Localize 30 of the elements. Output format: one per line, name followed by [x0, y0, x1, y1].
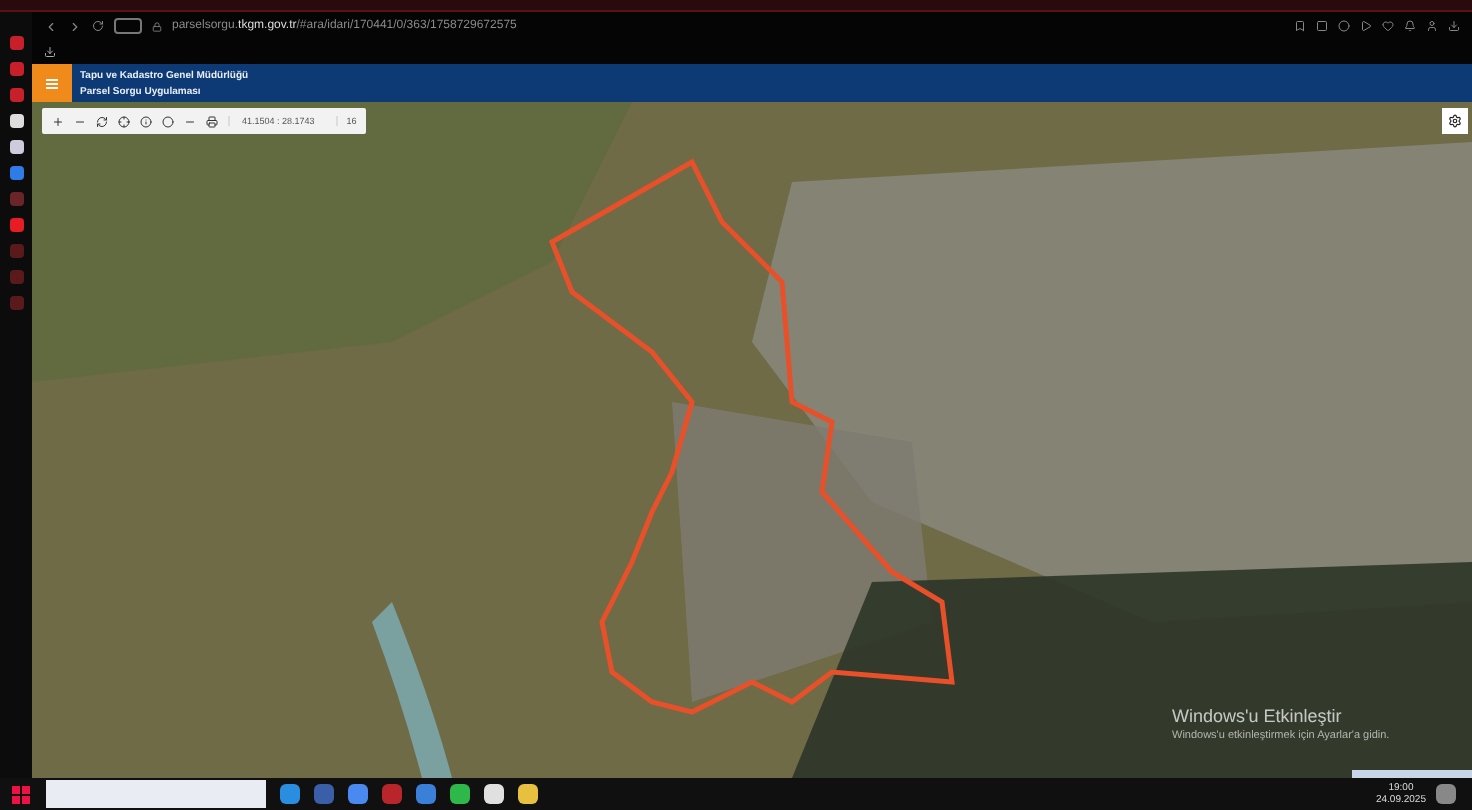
- bookmark-icon[interactable]: [1294, 20, 1306, 32]
- download-icon[interactable]: [1448, 20, 1460, 32]
- circle-icon[interactable]: [1338, 20, 1350, 32]
- print-button[interactable]: [206, 115, 218, 127]
- map-attribution-bar: [1352, 770, 1472, 778]
- info-button[interactable]: [140, 115, 152, 127]
- bell-icon[interactable]: [1404, 20, 1416, 32]
- settings-button[interactable]: [1442, 108, 1468, 134]
- vpn-badge[interactable]: [114, 18, 142, 34]
- refresh-button[interactable]: [96, 115, 108, 127]
- window-icon[interactable]: [1316, 20, 1328, 32]
- taskbar-search-field[interactable]: [46, 780, 266, 808]
- heart-icon[interactable]: [1382, 20, 1394, 32]
- zoom-out-button[interactable]: [74, 115, 86, 127]
- play-icon[interactable]: [1360, 20, 1372, 32]
- zoom-in-button[interactable]: [52, 115, 64, 127]
- back-icon[interactable]: [44, 19, 58, 33]
- point-button[interactable]: [162, 115, 174, 127]
- forward-icon[interactable]: [68, 19, 82, 33]
- lock-icon: [152, 21, 162, 31]
- reload-icon[interactable]: [92, 20, 104, 32]
- download-icon[interactable]: [44, 46, 56, 58]
- settings-icon: [1448, 114, 1462, 128]
- activation-title: Windows'u Etkinleştir: [1172, 706, 1344, 726]
- profile-icon[interactable]: [1426, 20, 1438, 32]
- start-button[interactable]: [8, 782, 32, 806]
- notification-icon[interactable]: [1436, 784, 1456, 804]
- line-button[interactable]: [184, 115, 196, 127]
- menu-icon: [46, 77, 58, 89]
- locate-button[interactable]: [118, 115, 130, 127]
